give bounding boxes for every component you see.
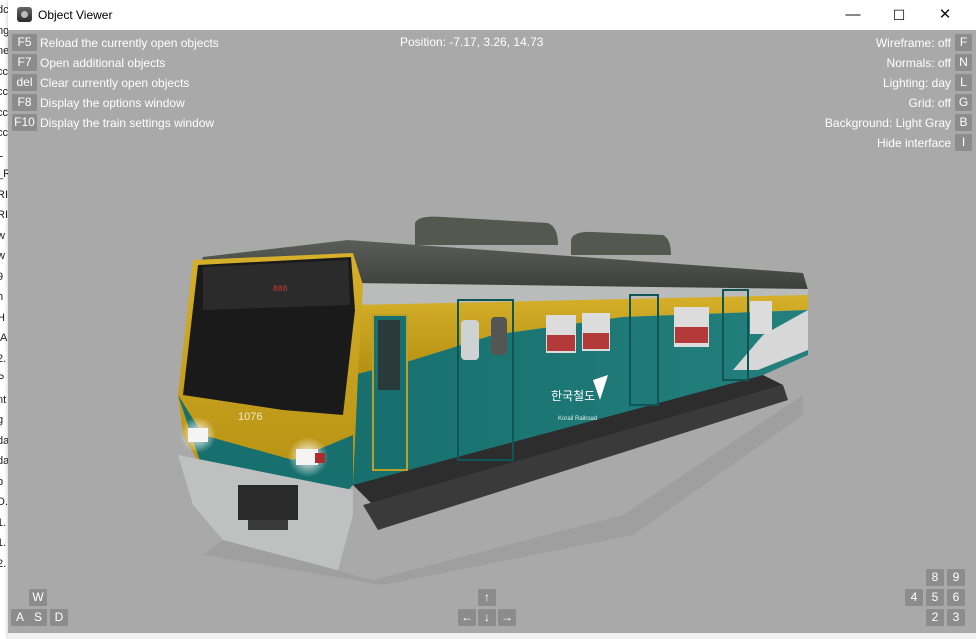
- shortcut-key[interactable]: del: [12, 74, 37, 91]
- toggle-label: Lighting: day: [882, 75, 951, 90]
- minimize-button[interactable]: —: [830, 0, 876, 30]
- shortcut-label: Reload the currently open objects: [40, 35, 219, 50]
- hud-shortcut-row: F7 Open additional objects: [12, 54, 165, 71]
- object-viewer-window: Object Viewer — ☐ ✕ 1076 한국철도 Korail Rai…: [8, 0, 976, 639]
- shortcut-label: Clear currently open objects: [40, 75, 190, 90]
- move-right-key-d[interactable]: D: [50, 609, 68, 626]
- shortcut-label: Open additional objects: [40, 55, 166, 70]
- arrow-down-key[interactable]: ↓: [478, 609, 496, 626]
- toggle-label: Normals: off: [886, 55, 951, 70]
- toggle-key[interactable]: N: [955, 54, 972, 71]
- maximize-button[interactable]: ☐: [876, 0, 922, 30]
- hud-toggle-row: Wireframe: off F: [876, 34, 972, 51]
- toggle-label: Hide interface: [876, 135, 951, 150]
- svg-text:888: 888: [273, 285, 288, 294]
- shortcut-label: Display the options window: [40, 95, 185, 110]
- close-button[interactable]: ✕: [922, 0, 968, 30]
- numpad-9-key[interactable]: 9: [947, 569, 965, 586]
- minimize-icon: —: [845, 6, 861, 23]
- toggle-label: Background: Light Gray: [824, 115, 951, 130]
- hud-toggle-row: Lighting: day L: [883, 74, 972, 91]
- arrow-left-key[interactable]: ←: [458, 609, 476, 626]
- shortcut-label: Display the train settings window: [40, 115, 215, 130]
- numpad-4-key[interactable]: 4: [905, 589, 923, 606]
- toggle-key[interactable]: L: [955, 74, 972, 91]
- numpad-6-key[interactable]: 6: [947, 589, 965, 606]
- toggle-key[interactable]: F: [955, 34, 972, 51]
- maximize-icon: ☐: [892, 7, 906, 23]
- title-bar: Object Viewer — ☐ ✕: [8, 0, 976, 30]
- arrow-right-key[interactable]: →: [498, 609, 516, 626]
- move-left-key-a[interactable]: A: [11, 609, 29, 626]
- hud-toggle-row: Grid: off G: [909, 94, 972, 111]
- toggle-key[interactable]: G: [955, 94, 972, 111]
- hud-toggle-row: Hide interface I: [877, 134, 972, 151]
- shortcut-key[interactable]: F10: [12, 114, 37, 131]
- hud-toggle-row: Normals: off N: [887, 54, 972, 71]
- camera-position-readout: Position: -7.17, 3.26, 14.73: [400, 35, 544, 49]
- hud-toggle-row: Background: Light Gray B: [825, 114, 972, 131]
- shortcut-key[interactable]: F7: [12, 54, 37, 71]
- toggle-label: Wireframe: off: [875, 35, 951, 50]
- app-icon: [17, 7, 32, 22]
- hud-shortcut-row: del Clear currently open objects: [12, 74, 189, 91]
- window-title: Object Viewer: [38, 8, 113, 22]
- close-icon: ✕: [938, 6, 952, 23]
- hud-shortcut-row: F10 Display the train settings window: [12, 114, 214, 131]
- numpad-3-key[interactable]: 3: [947, 609, 965, 626]
- toggle-key[interactable]: B: [955, 114, 972, 131]
- numpad-5-key[interactable]: 5: [926, 589, 944, 606]
- shortcut-key[interactable]: F5: [12, 34, 37, 51]
- hud-shortcut-row: F5 Reload the currently open objects: [12, 34, 219, 51]
- numpad-8-key[interactable]: 8: [926, 569, 944, 586]
- shortcut-key[interactable]: F8: [12, 94, 37, 111]
- hud-shortcut-row: F8 Display the options window: [12, 94, 185, 111]
- move-forward-key-w[interactable]: W: [29, 589, 47, 606]
- window-bottom-border: [8, 633, 976, 639]
- move-back-key-s[interactable]: S: [29, 609, 47, 626]
- numpad-2-key[interactable]: 2: [926, 609, 944, 626]
- arrow-up-key[interactable]: ↑: [478, 589, 496, 606]
- svg-text:한국철도: 한국철도: [551, 389, 595, 403]
- toggle-label: Grid: off: [908, 95, 951, 110]
- svg-text:1076: 1076: [238, 411, 262, 423]
- toggle-key[interactable]: I: [955, 134, 972, 151]
- train-model: 1076 한국철도 Korail Railroad 888: [178, 216, 808, 585]
- 3d-viewport[interactable]: 1076 한국철도 Korail Railroad 888 F5 Reload t…: [8, 30, 976, 633]
- svg-text:Korail Railroad: Korail Railroad: [558, 416, 597, 422]
